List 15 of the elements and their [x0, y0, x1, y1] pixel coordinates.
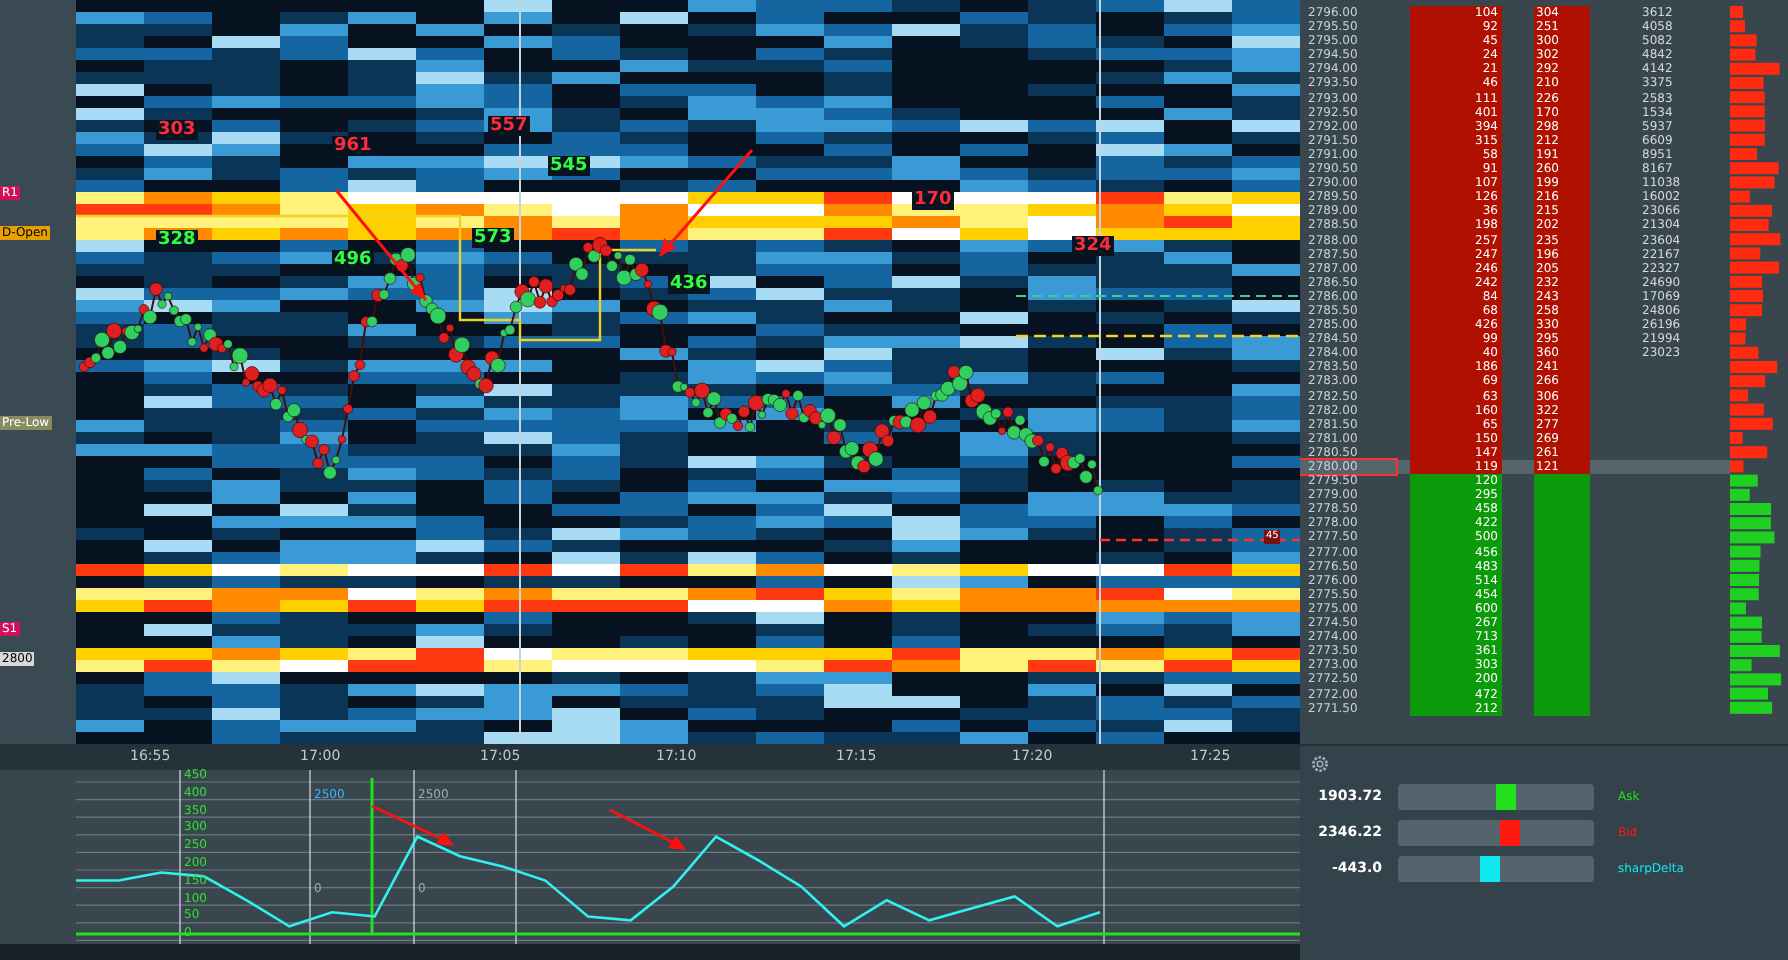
- trade-size-label: 303: [156, 120, 198, 140]
- trade-size-label: 328: [156, 230, 198, 250]
- trade-size-label: 436: [668, 274, 710, 294]
- arrow-drawing: [334, 189, 428, 301]
- settings-icon[interactable]: [1310, 754, 1330, 774]
- trade-size-label: 573: [472, 228, 514, 248]
- trade-size-label: 496: [332, 250, 374, 270]
- arrow-drawing: [658, 149, 754, 257]
- trade-size-label: 170: [912, 190, 954, 210]
- trade-size-label: 545: [548, 156, 590, 176]
- arrow-drawing: [371, 804, 454, 846]
- trade-size-label: 557: [488, 116, 530, 136]
- trade-size-label: 324: [1072, 236, 1114, 256]
- trade-size-label: 961: [332, 136, 374, 156]
- arrow-drawing: [609, 808, 686, 850]
